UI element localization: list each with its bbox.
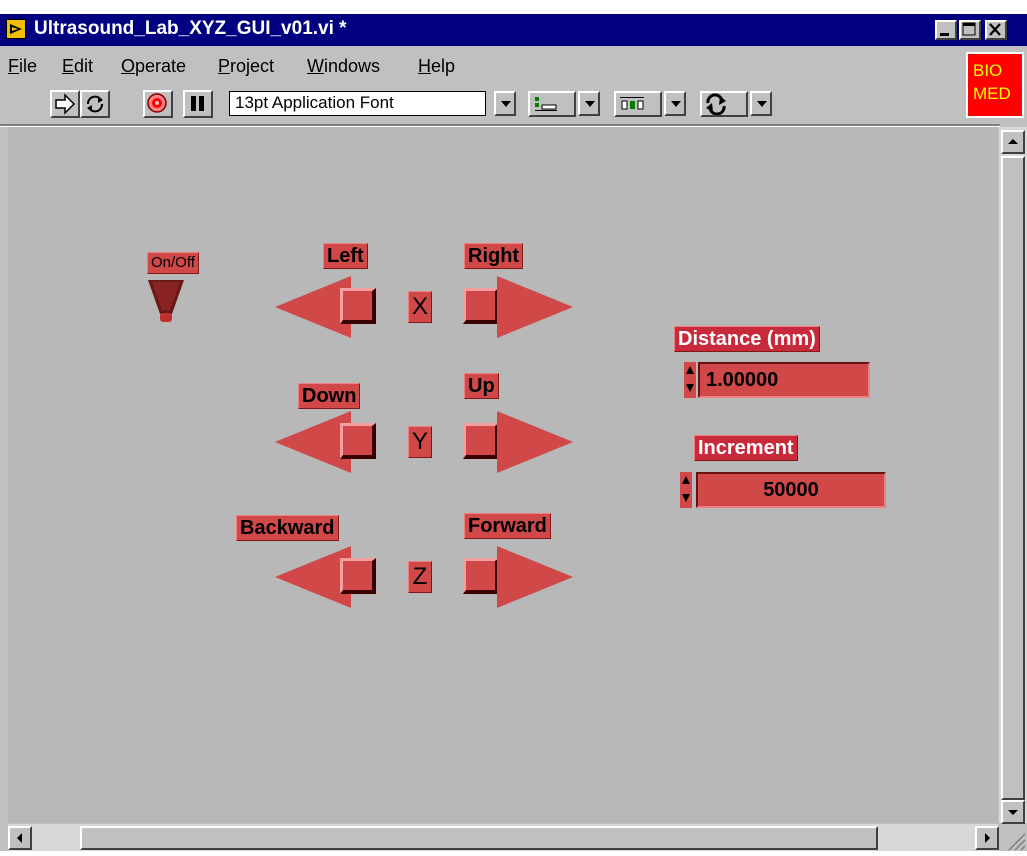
maximize-button[interactable] (959, 20, 981, 40)
logo-line-1: BIO (973, 61, 1003, 80)
biomed-logo: BIO MED (966, 52, 1024, 118)
scroll-left-icon (17, 833, 22, 843)
vertical-scroll-thumb[interactable] (1001, 156, 1025, 800)
right-button[interactable] (463, 288, 499, 324)
increment-spinner[interactable] (680, 472, 692, 508)
run-continuously-icon (87, 95, 103, 113)
labview-window: Ultrasound_Lab_XYZ_GUI_v01.vi * File Edi… (0, 0, 1027, 851)
menu-help[interactable]: Help (418, 56, 455, 77)
increment-input[interactable]: 50000 (696, 472, 886, 508)
align-objects-icon (535, 97, 557, 111)
power-switch[interactable] (146, 278, 186, 328)
up-label: Up (464, 373, 499, 399)
right-label: Right (464, 243, 524, 269)
menu-operate[interactable]: Operate (121, 56, 186, 77)
distribute-dropdown-button[interactable] (664, 91, 686, 116)
abort-stop-icon (147, 93, 167, 113)
menu-project[interactable]: Project (218, 56, 274, 77)
power-label: On/Off (147, 252, 199, 274)
menu-file[interactable]: File (8, 56, 37, 77)
up-arrow-icon (497, 411, 573, 473)
forward-label: Forward (464, 513, 551, 539)
scroll-down-icon (1008, 810, 1018, 815)
scroll-left-button[interactable] (8, 826, 32, 850)
close-button[interactable] (985, 20, 1007, 40)
pause-button[interactable] (183, 90, 213, 118)
scroll-up-icon (1008, 139, 1018, 144)
forward-arrow-icon (497, 546, 573, 608)
scroll-right-button[interactable] (975, 826, 999, 850)
backward-label: Backward (236, 515, 339, 541)
align-objects-button[interactable] (528, 91, 576, 117)
minimize-button[interactable] (935, 20, 957, 40)
increment-down-icon (686, 384, 694, 392)
reorder-button[interactable] (700, 91, 748, 117)
distance-label: Distance (mm) (674, 326, 820, 352)
backward-button[interactable] (340, 558, 376, 594)
z-axis-label: Z (408, 561, 432, 593)
labview-vi-icon (6, 19, 26, 39)
window-title: Ultrasound_Lab_XYZ_GUI_v01.vi * (34, 18, 347, 39)
menu-windows[interactable]: Windows (307, 56, 380, 77)
reorder-dropdown-button[interactable] (750, 91, 772, 116)
abort-button[interactable] (143, 90, 173, 118)
run-continuously-button[interactable] (80, 90, 110, 118)
maximize-icon (962, 22, 976, 36)
forward-button[interactable] (463, 558, 499, 594)
reorder-icon (706, 93, 726, 116)
left-label: Left (323, 243, 368, 269)
distribute-objects-icon (620, 97, 644, 110)
horizontal-scroll-thumb[interactable] (80, 826, 878, 850)
increment-up-icon (682, 476, 690, 484)
resize-grip-icon (1008, 833, 1026, 851)
logo-line-2: MED (973, 84, 1011, 103)
distance-spinner[interactable] (684, 362, 696, 398)
up-button[interactable] (463, 423, 499, 459)
menu-edit[interactable]: Edit (62, 56, 93, 77)
increment-label: Increment (694, 435, 798, 461)
run-arrow-icon (55, 93, 76, 115)
run-button[interactable] (50, 90, 80, 118)
increment-down-icon (682, 494, 690, 502)
y-axis-label: Y (408, 426, 432, 458)
pause-icon (191, 96, 204, 111)
down-label: Down (298, 383, 361, 409)
background-strip (0, 0, 1027, 14)
minimize-icon (940, 33, 949, 36)
font-dropdown-button[interactable] (494, 91, 516, 116)
scroll-down-button[interactable] (1001, 800, 1025, 824)
increment-up-icon (686, 366, 694, 374)
distance-input[interactable]: 1.00000 (698, 362, 870, 398)
scroll-right-icon (985, 833, 990, 843)
font-setting-field[interactable]: 13pt Application Font (229, 91, 486, 116)
right-arrow-icon (497, 276, 573, 338)
x-axis-label: X (408, 291, 432, 323)
align-dropdown-button[interactable] (578, 91, 600, 116)
close-icon (989, 23, 1001, 36)
distribute-objects-button[interactable] (614, 91, 662, 117)
scroll-up-button[interactable] (1001, 130, 1025, 154)
down-button[interactable] (340, 423, 376, 459)
resize-grip[interactable] (999, 826, 1027, 851)
left-button[interactable] (340, 288, 376, 324)
